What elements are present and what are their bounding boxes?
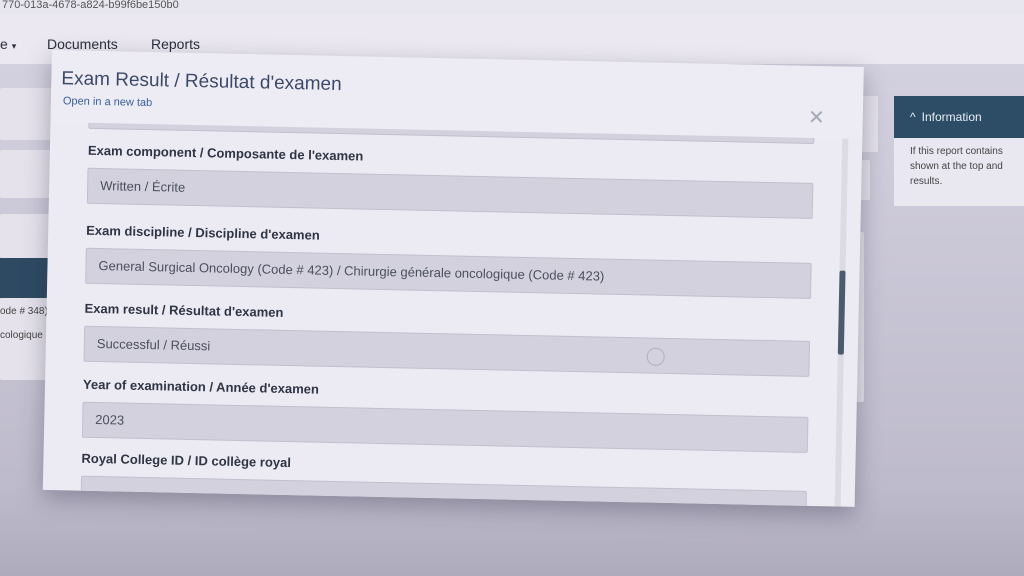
loading-spinner-icon [646, 347, 665, 366]
field-label: Exam discipline / Discipline d'examen [86, 222, 320, 243]
background-lower [0, 488, 1024, 576]
url-bar[interactable]: 770-013a-4678-a824-b99f6be150b0 [0, 0, 1024, 14]
bg-text: ode # 348) [0, 306, 48, 317]
screen: 770-013a-4678-a824-b99f6be150b0 e ▾ Docu… [0, 0, 1024, 576]
field-label: Year of examination / Année d'examen [82, 376, 320, 397]
exam-discipline-field[interactable]: General Surgical Oncology (Code # 423) /… [85, 247, 812, 299]
field-label: Exam component / Composante de l'examen [87, 142, 364, 164]
url-text: 770-013a-4678-a824-b99f6be150b0 [2, 0, 179, 11]
scrollbar-thumb[interactable] [837, 270, 846, 355]
information-line: If this report contains [910, 146, 1003, 157]
modal-scrollbar[interactable] [834, 138, 849, 507]
exam-result-value: Successful / Réussi [96, 336, 211, 354]
field-label: Royal College ID / ID collège royal [81, 450, 292, 471]
chevron-down-icon: ▾ [11, 41, 17, 51]
information-line: shown at the top and [910, 161, 1003, 172]
exam-result-modal: Exam Result / Résultat d'examen Open in … [42, 50, 864, 507]
modal-body: Exam component / Composante de l'examen … [43, 121, 831, 507]
field-label: Exam result / Résultat d'examen [84, 300, 284, 320]
nav-item-reports[interactable]: Reports [151, 36, 200, 52]
field-exam-result: Exam result / Résultat d'examen Successf… [83, 300, 811, 377]
chevron-up-icon: ^ [910, 110, 916, 124]
nav-item-partial-label: e [0, 36, 8, 52]
nav-item-partial[interactable]: e ▾ [0, 36, 16, 52]
close-icon[interactable]: ✕ [808, 107, 825, 129]
field-exam-discipline: Exam discipline / Discipline d'examen Ge… [85, 223, 812, 299]
exam-component-field[interactable]: Written / Écrite [86, 167, 814, 219]
modal-title: Exam Result / Résultat d'examen [61, 68, 342, 96]
information-title: Information [921, 110, 982, 124]
year-of-examination-field[interactable]: 2023 [81, 401, 809, 453]
field-exam-component: Exam component / Composante de l'examen … [86, 142, 814, 219]
information-line: results. [910, 176, 943, 187]
information-panel: ^ Information If this report contains sho… [894, 96, 1024, 206]
information-header[interactable]: ^ Information [894, 96, 1024, 138]
information-body: If this report contains shown at the top… [894, 138, 1024, 189]
open-in-new-tab-link[interactable]: Open in a new tab [63, 95, 153, 109]
exam-result-field[interactable]: Successful / Réussi [83, 325, 811, 377]
field-year-of-examination: Year of examination / Année d'examen 202… [81, 376, 809, 453]
